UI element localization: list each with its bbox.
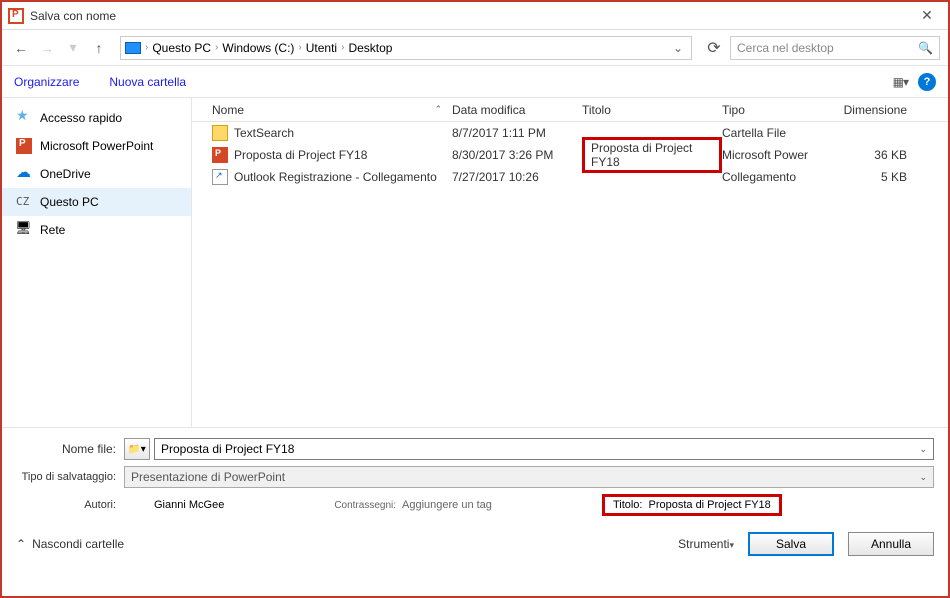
search-placeholder: Cerca nel desktop (737, 41, 834, 55)
pc-icon (125, 42, 141, 54)
powerpoint-app-icon (8, 8, 24, 24)
file-name: Outlook Registrazione - Collegamento (234, 170, 437, 184)
presets-dropdown[interactable]: 📁▾ (124, 438, 150, 460)
tools-menu[interactable]: Strumenti▾ (678, 537, 734, 551)
sidebar-item-powerpoint[interactable]: Microsoft PowerPoint (2, 132, 191, 160)
file-row[interactable]: Outlook Registrazione - Collegamento 7/2… (192, 166, 948, 188)
chevron-down-icon[interactable]: ⌄ (919, 444, 927, 455)
powerpoint-icon (16, 138, 32, 154)
up-button[interactable]: ↑ (88, 37, 110, 59)
file-size: 36 KB (837, 148, 917, 162)
column-name[interactable]: Nome ⌃ (192, 103, 452, 117)
title-value[interactable]: Proposta di Project FY18 (648, 499, 770, 511)
sidebar-item-label: OneDrive (40, 167, 91, 181)
breadcrumb[interactable]: › Questo PC › Windows (C:) › Utenti › De… (120, 36, 692, 60)
file-size: 5 KB (837, 170, 917, 184)
file-date: 8/7/2017 1:11 PM (452, 126, 582, 140)
breadcrumb-part[interactable]: Utenti (306, 41, 337, 55)
sidebar-item-label: Rete (40, 223, 65, 237)
file-name: TextSearch (234, 126, 294, 140)
view-options[interactable]: ▦▾ (893, 75, 908, 89)
sidebar-item-label: Accesso rapido (40, 111, 122, 125)
chevron-right-icon: › (215, 42, 218, 53)
sidebar: Accesso rapido Microsoft PowerPoint OneD… (2, 98, 192, 427)
file-row[interactable]: Proposta di Project FY18 8/30/2017 3:26 … (192, 144, 948, 166)
save-type-label: Tipo di salvataggio: (16, 471, 124, 483)
refresh-button[interactable]: ⟳ (702, 38, 726, 58)
hide-folders-label: Nascondi cartelle (32, 537, 124, 551)
chevron-up-icon: ⌃ (16, 537, 26, 551)
save-type-value: Presentazione di PowerPoint (131, 470, 285, 484)
authors-label: Autori: (16, 499, 124, 511)
search-icon: 🔍 (918, 41, 933, 55)
pc-icon: CZ (16, 194, 32, 210)
column-headers: Nome ⌃ Data modifica Titolo Tipo Dimensi… (192, 98, 948, 122)
star-icon (16, 110, 32, 126)
file-name: Proposta di Project FY18 (234, 148, 367, 162)
filename-value: Proposta di Project FY18 (161, 442, 294, 456)
recent-locations[interactable]: ▾ (62, 37, 84, 59)
tags-value[interactable]: Aggiungere un tag (402, 499, 492, 511)
sidebar-item-this-pc[interactable]: CZ Questo PC (2, 188, 191, 216)
folder-icon (212, 125, 228, 141)
sidebar-item-onedrive[interactable]: OneDrive (2, 160, 191, 188)
file-list: Nome ⌃ Data modifica Titolo Tipo Dimensi… (192, 98, 948, 427)
forward-button[interactable]: → (36, 37, 58, 59)
filename-label: Nome file: (16, 442, 124, 456)
column-title[interactable]: Titolo (582, 103, 722, 117)
sort-caret-icon: ⌃ (434, 104, 442, 115)
file-date: 8/30/2017 3:26 PM (452, 148, 582, 162)
close-icon[interactable]: ✕ (912, 7, 942, 24)
help-icon[interactable]: ? (918, 73, 936, 91)
column-date[interactable]: Data modifica (452, 103, 582, 117)
save-type-select[interactable]: Presentazione di PowerPoint ⌄ (124, 466, 934, 488)
breadcrumb-part[interactable]: Desktop (348, 41, 392, 55)
back-button[interactable]: ← (10, 37, 32, 59)
search-input[interactable]: Cerca nel desktop 🔍 (730, 36, 940, 60)
authors-value[interactable]: Gianni McGee (154, 499, 224, 511)
file-type: Cartella File (722, 126, 837, 140)
column-type[interactable]: Tipo (722, 103, 837, 117)
column-size[interactable]: Dimensione (837, 103, 917, 117)
save-button[interactable]: Salva (748, 532, 834, 556)
powerpoint-file-icon (212, 147, 228, 163)
sidebar-item-label: Microsoft PowerPoint (40, 139, 153, 153)
cancel-button[interactable]: Annulla (848, 532, 934, 556)
breadcrumb-dropdown[interactable]: ⌄ (669, 41, 687, 55)
chevron-right-icon: › (298, 42, 301, 53)
breadcrumb-part[interactable]: Windows (C:) (222, 41, 294, 55)
network-icon (16, 222, 32, 238)
tags-label: Contrassegni: (334, 500, 396, 511)
file-date: 7/27/2017 10:26 (452, 170, 582, 184)
organize-menu[interactable]: Organizzare (14, 75, 79, 89)
shortcut-icon (212, 169, 228, 185)
file-row[interactable]: TextSearch 8/7/2017 1:11 PM Cartella Fil… (192, 122, 948, 144)
hide-folders-toggle[interactable]: ⌃ Nascondi cartelle (16, 537, 124, 551)
new-folder-button[interactable]: Nuova cartella (109, 75, 186, 89)
file-type: Collegamento (722, 170, 837, 184)
sidebar-item-network[interactable]: Rete (2, 216, 191, 244)
window-title: Salva con nome (30, 9, 912, 23)
breadcrumb-part[interactable]: Questo PC (152, 41, 211, 55)
file-type: Microsoft Power (722, 148, 837, 162)
sidebar-item-label: Questo PC (40, 195, 99, 209)
filename-input[interactable]: Proposta di Project FY18 ⌄ (154, 438, 934, 460)
file-title-highlight: Proposta di Project FY18 (582, 137, 722, 173)
title-label: Titolo: (613, 499, 643, 511)
sidebar-item-quick-access[interactable]: Accesso rapido (2, 104, 191, 132)
chevron-right-icon: › (145, 42, 148, 53)
chevron-right-icon: › (341, 42, 344, 53)
chevron-down-icon[interactable]: ⌄ (919, 472, 927, 483)
onedrive-icon (16, 166, 32, 182)
